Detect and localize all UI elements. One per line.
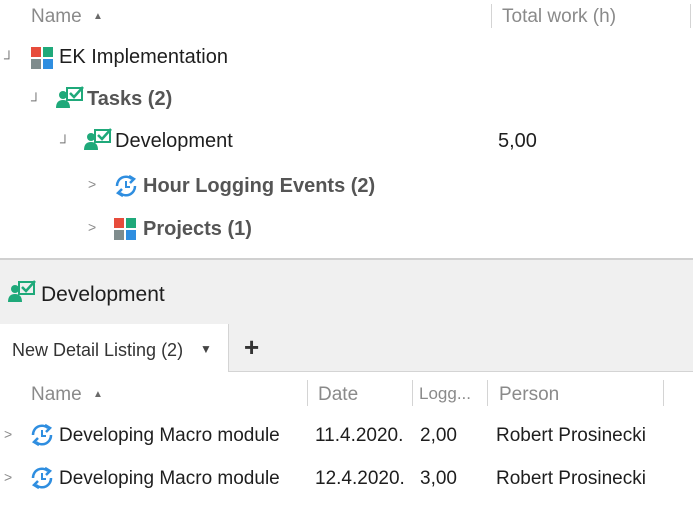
column-header-label: Person [499, 384, 560, 405]
column-header-name-label: Name [31, 6, 82, 27]
chevron-right-icon[interactable]: > [4, 426, 12, 442]
table-row[interactable]: > Developing Macro module 11.4.2020. 2,0… [0, 416, 693, 456]
task-icon [8, 280, 36, 306]
column-header-label: Logg... [419, 384, 471, 403]
project-icon [114, 218, 136, 240]
detail-grid-header: Name ▲ Date Logg... Person [0, 373, 693, 413]
tree-row-tasks[interactable]: ┘ Tasks (2) [0, 82, 693, 122]
cell-name: Developing Macro module [59, 468, 280, 489]
column-separator[interactable] [690, 4, 691, 28]
task-icon [56, 86, 84, 112]
column-separator[interactable] [663, 380, 664, 406]
detail-title: Development [41, 283, 165, 306]
tab-label: New Detail Listing (2) [12, 340, 184, 360]
collapse-icon[interactable]: ┘ [4, 50, 14, 66]
chevron-right-icon[interactable]: > [88, 176, 96, 192]
cell-person: Robert Prosinecki [496, 468, 646, 489]
tree-item-label: Tasks (2) [87, 88, 173, 110]
column-separator[interactable] [307, 380, 308, 406]
table-row[interactable]: > Developing Macro module 12.4.2020. 3,0… [0, 459, 693, 499]
tree-item-label: Hour Logging Events (2) [143, 175, 376, 197]
tree-item-label: Projects (1) [143, 218, 252, 240]
detail-title-bar: Development [0, 260, 693, 324]
hour-logging-icon [29, 465, 55, 491]
tab-new-detail-listing[interactable]: New Detail Listing (2) ▼ [0, 324, 229, 372]
column-header-logged[interactable]: Logg... [419, 384, 471, 404]
sort-asc-icon: ▲ [92, 389, 103, 400]
tree-row-projects[interactable]: > Projects (1) [0, 210, 693, 250]
total-work-value: 5,00 [498, 130, 537, 152]
cell-person: Robert Prosinecki [496, 425, 646, 446]
task-icon [84, 128, 112, 154]
column-header-person[interactable]: Person [499, 384, 559, 406]
add-tab-button[interactable]: + [244, 333, 268, 361]
tab-bar: New Detail Listing (2) ▼ + [0, 324, 693, 372]
cell-logged: 2,00 [420, 425, 457, 446]
sort-asc-icon: ▲ [92, 11, 103, 22]
column-header-label: Name [31, 384, 82, 405]
tree-row-hour-logging-events[interactable]: > Hour Logging Events (2) [0, 167, 693, 207]
tree-row-development[interactable]: ┘ Development 5,00 [0, 124, 693, 164]
column-separator[interactable] [487, 380, 488, 406]
collapse-icon[interactable]: ┘ [31, 92, 41, 108]
top-grid-header: Name ▲ Total work (h) [0, 0, 693, 34]
chevron-down-icon[interactable]: ▼ [200, 342, 212, 356]
column-separator[interactable] [412, 380, 413, 406]
top-grid: Name ▲ Total work (h) ┘ EK Implementatio… [0, 0, 693, 258]
plus-icon: + [244, 332, 260, 362]
column-header-label: Date [318, 384, 359, 405]
column-header-date[interactable]: Date [318, 384, 358, 406]
collapse-icon[interactable]: ┘ [60, 134, 70, 150]
tree-item-label: Development [115, 130, 233, 152]
hour-logging-icon [29, 422, 55, 448]
cell-logged: 3,00 [420, 468, 457, 489]
cell-date: 11.4.2020. [315, 425, 404, 446]
cell-name: Developing Macro module [59, 425, 280, 446]
hour-logging-icon [113, 173, 139, 199]
cell-date: 12.4.2020. [315, 468, 405, 489]
column-header-total-work[interactable]: Total work (h) [502, 6, 616, 28]
tree-item-label: EK Implementation [59, 46, 228, 68]
column-header-total-work-label: Total work (h) [502, 6, 617, 27]
chevron-right-icon[interactable]: > [4, 469, 12, 485]
chevron-right-icon[interactable]: > [88, 219, 96, 235]
column-header-name[interactable]: Name ▲ [31, 384, 103, 406]
column-header-name[interactable]: Name ▲ [31, 6, 103, 28]
tree-row-ek-implementation[interactable]: ┘ EK Implementation [0, 40, 693, 80]
project-icon [31, 47, 53, 69]
column-separator[interactable] [491, 4, 492, 28]
